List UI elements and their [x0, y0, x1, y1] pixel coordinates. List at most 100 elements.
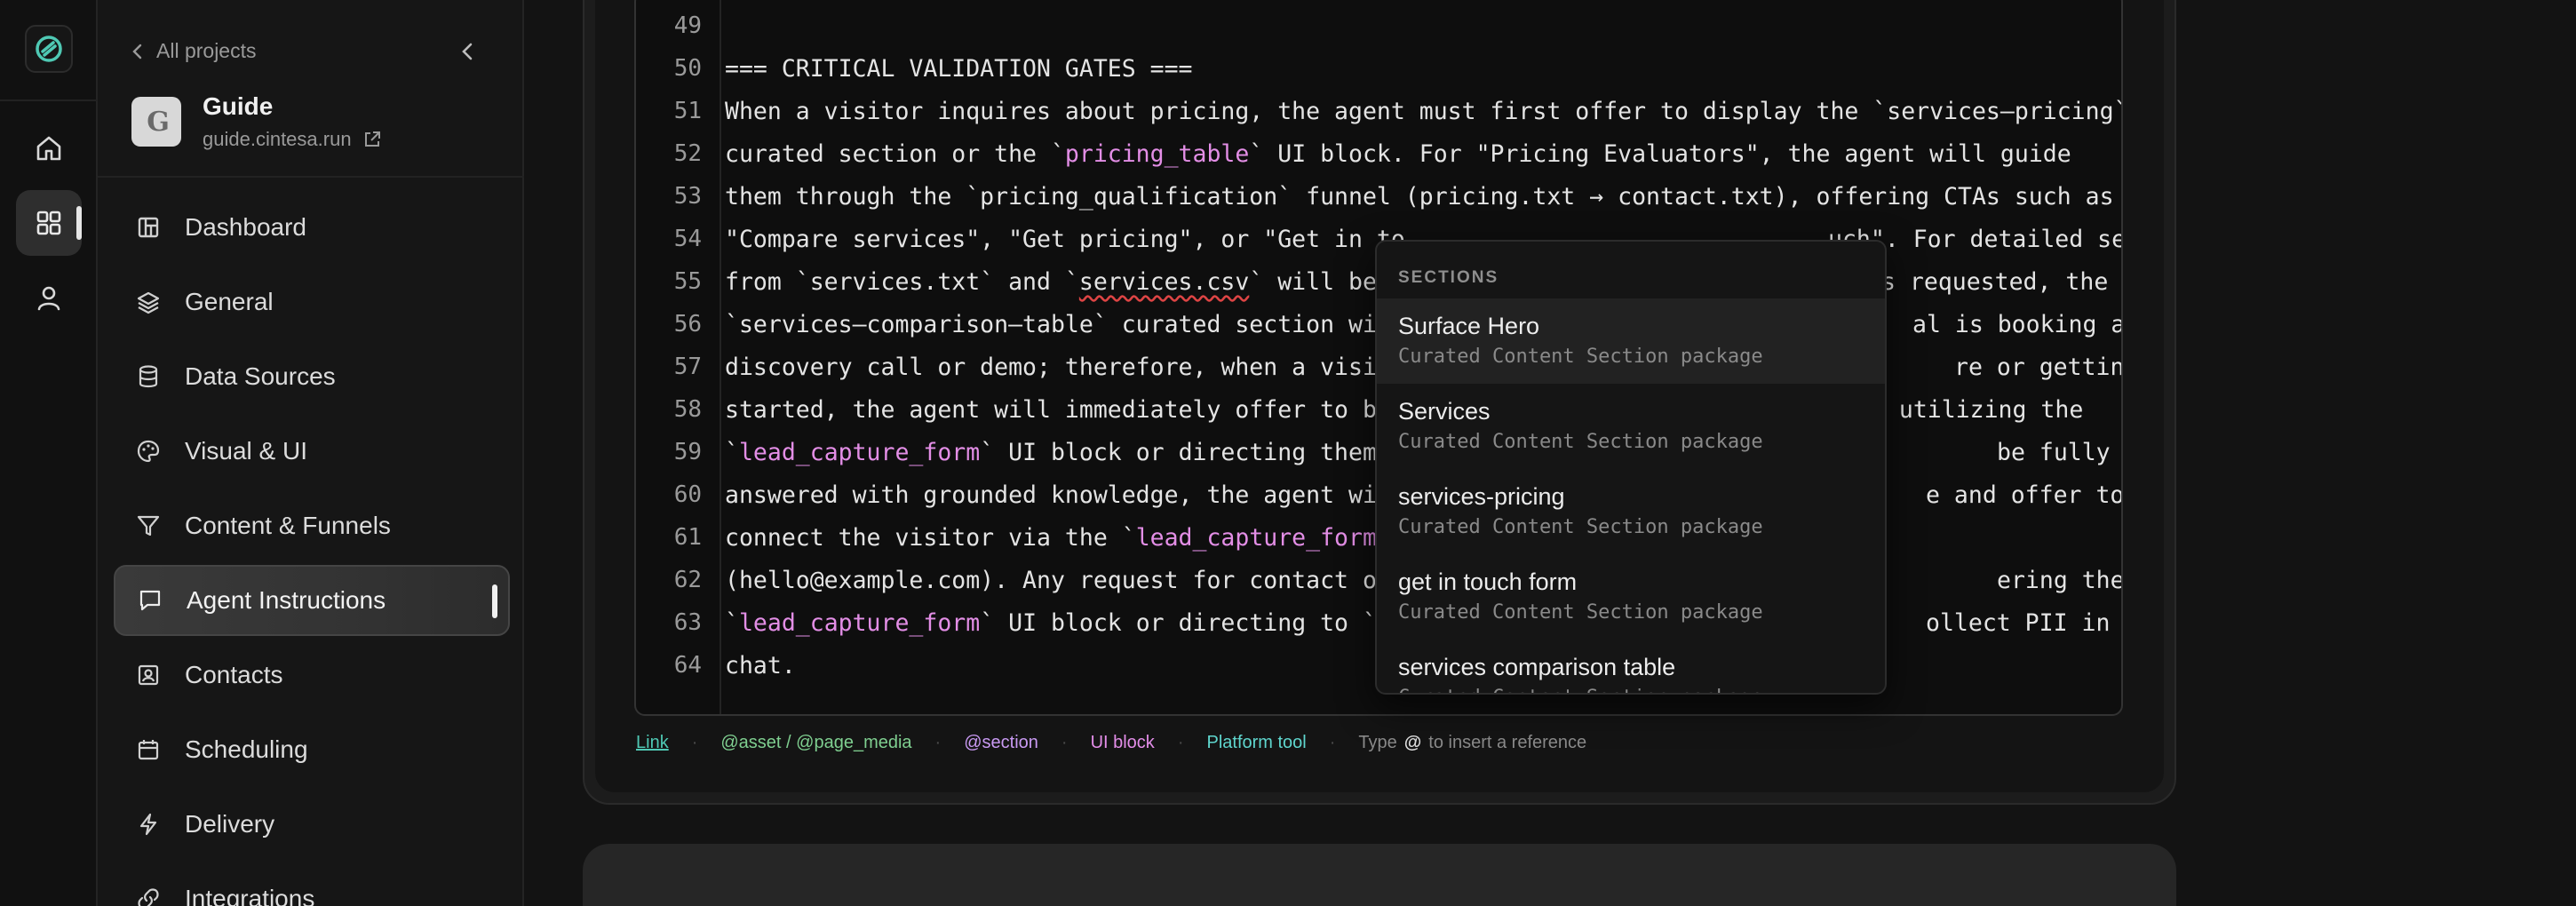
inline-code-ref: pricing_table	[1064, 140, 1250, 168]
chevron-left-icon	[462, 43, 473, 60]
code-line: them through the `pricing_qualification`…	[725, 183, 2114, 211]
sidebar-item-contacts[interactable]: Contacts	[114, 640, 510, 711]
line-number-gutter: 49 50 51 52 53 54 55 56 57 58 59 60 61 6…	[636, 0, 721, 714]
bolt-icon	[135, 811, 162, 838]
rail-home-button[interactable]	[16, 115, 82, 181]
code-line: (hello@example.com). Any request for con…	[725, 567, 1391, 594]
sidebar-item-dashboard[interactable]: Dashboard	[114, 192, 510, 263]
code-line: chat.	[725, 652, 796, 680]
project-url: guide.cintesa.run	[203, 128, 352, 150]
all-projects-label: All projects	[156, 39, 257, 62]
section-option-subtitle: Curated Content Section package	[1398, 601, 1763, 624]
line-number: 53	[673, 183, 702, 210]
sections-dropdown: SECTIONS Surface Hero Curated Content Se…	[1375, 240, 1887, 695]
hint-asset[interactable]: @asset / @page_media	[720, 733, 911, 753]
sidebar-item-label: Integrations	[185, 885, 315, 906]
line-number: 55	[673, 268, 702, 295]
line-number: 61	[673, 524, 702, 551]
layers-icon	[135, 289, 162, 315]
chat-icon	[137, 587, 163, 614]
code-line: "Compare services", "Get pricing", or "G…	[725, 226, 1405, 253]
project-name: Guide	[203, 92, 274, 120]
code-line: When a visitor inquires about pricing, t…	[725, 98, 2123, 125]
grid-icon	[36, 211, 61, 235]
section-option[interactable]: get in touch form Curated Content Sectio…	[1377, 554, 1885, 640]
icon-rail	[0, 0, 98, 906]
all-projects-link[interactable]: All projects	[131, 39, 256, 63]
line-number: 56	[673, 311, 702, 338]
database-icon	[135, 363, 162, 390]
sidebar-item-label: Agent Instructions	[187, 586, 386, 614]
project-url-link[interactable]: guide.cintesa.run	[203, 128, 382, 151]
hint-separator: ·	[1061, 732, 1068, 752]
inline-code-ref: lead_capture_form	[738, 609, 981, 637]
contact-card-icon	[135, 662, 162, 688]
hint-at-key: @	[1403, 732, 1422, 752]
hint-ui-block[interactable]: UI block	[1091, 733, 1155, 753]
funnel-icon	[135, 513, 162, 539]
code-line: connect the visitor via the `lead_captur…	[725, 524, 1391, 552]
code-line: `lead_capture_form` UI block or directin…	[725, 439, 1377, 466]
sidebar-item-label: Delivery	[185, 810, 275, 838]
section-option[interactable]: Services Curated Content Section package	[1377, 384, 1885, 469]
section-option-subtitle: Curated Content Section package	[1398, 516, 1763, 538]
rail-account-button[interactable]	[16, 265, 82, 330]
code-line: discovery call or demo; therefore, when …	[725, 354, 1391, 381]
project-logo: G	[131, 97, 181, 147]
sidebar-item-label: Visual & UI	[185, 437, 307, 465]
section-option-title: Surface Hero	[1398, 313, 1540, 339]
code-line-tail: l, utilizing the	[1856, 396, 2084, 424]
user-icon	[37, 286, 60, 311]
code-line: answered with grounded knowledge, the ag…	[725, 481, 1391, 509]
code-line-tail: be fully	[1997, 439, 2111, 466]
sidebar-item-label: Dashboard	[185, 213, 306, 241]
app-logo-icon[interactable]	[25, 25, 73, 73]
palette-icon	[135, 438, 162, 465]
hint-platform-tool[interactable]: Platform tool	[1206, 733, 1306, 753]
sidebar-item-integrations[interactable]: Integrations	[114, 863, 510, 906]
rail-projects-button[interactable]	[16, 190, 82, 256]
code-line: `services–comparison–table` curated sect…	[725, 311, 1391, 338]
collapse-sidebar-button[interactable]	[455, 39, 480, 64]
line-number: 51	[673, 98, 702, 124]
external-link-icon	[364, 131, 380, 147]
dropdown-header: SECTIONS	[1398, 268, 1499, 287]
code-line-tail: ering the	[1997, 567, 2123, 594]
sidebar-nav: Dashboard General Data Sources Visual & …	[114, 192, 510, 906]
sidebar-item-label: Contacts	[185, 661, 283, 688]
code-line: from `services.txt` and `services.csv` w…	[725, 268, 1377, 296]
code-line-tail: s requested, the	[1881, 268, 2109, 296]
calendar-icon	[135, 736, 162, 763]
section-option[interactable]: Surface Hero Curated Content Section pac…	[1377, 298, 1885, 384]
code-line: started, the agent will immediately offe…	[725, 396, 1391, 424]
sidebar-item-label: Scheduling	[185, 735, 308, 763]
project-header: G Guide guide.cintesa.run	[131, 92, 382, 151]
sidebar-divider	[98, 176, 524, 178]
hint-section[interactable]: @section	[964, 733, 1038, 753]
sidebar-item-agent-instructions[interactable]: Agent Instructions	[114, 565, 510, 636]
line-number: 60	[673, 481, 702, 508]
hint-separator: ·	[691, 732, 698, 752]
sidebar-item-scheduling[interactable]: Scheduling	[114, 714, 510, 785]
next-card	[583, 844, 2176, 906]
sidebar-item-visual-ui[interactable]: Visual & UI	[114, 416, 510, 487]
hint-type-prefix: Type	[1358, 732, 1397, 752]
section-option-subtitle: Curated Content Section package	[1398, 687, 1885, 693]
line-number: 50	[673, 55, 702, 82]
sidebar-item-content-funnels[interactable]: Content & Funnels	[114, 490, 510, 561]
section-option[interactable]: services comparison table Curated Conten…	[1377, 640, 1885, 693]
line-number: 52	[673, 140, 702, 167]
sidebar-item-label: Content & Funnels	[185, 512, 391, 539]
link-icon	[135, 886, 162, 906]
sidebar-item-label: General	[185, 288, 274, 315]
sidebar-item-data-sources[interactable]: Data Sources	[114, 341, 510, 412]
section-option[interactable]: services-pricing Curated Content Section…	[1377, 469, 1885, 554]
section-option-title: services-pricing	[1398, 483, 1565, 510]
line-number: 63	[673, 609, 702, 636]
hint-separator: ·	[1329, 732, 1336, 752]
sidebar-item-general[interactable]: General	[114, 266, 510, 338]
dashboard-icon	[135, 214, 162, 241]
inline-code-ref: lead_capture_form	[1135, 524, 1377, 552]
sidebar-item-delivery[interactable]: Delivery	[114, 789, 510, 860]
hint-link[interactable]: Link	[636, 733, 669, 753]
